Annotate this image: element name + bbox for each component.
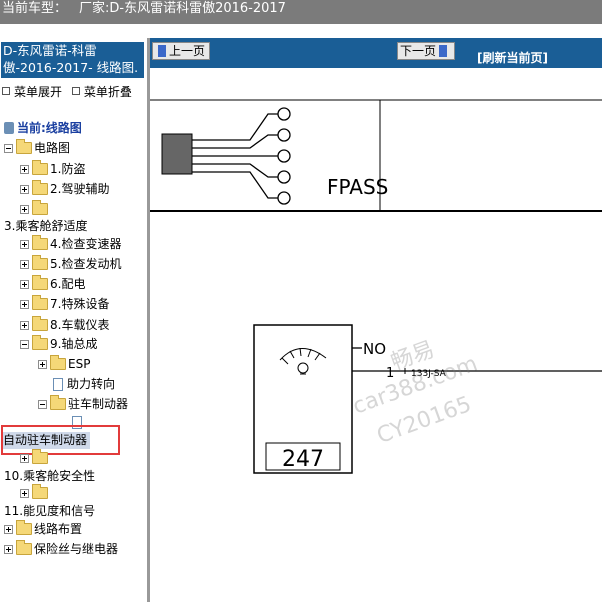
- tree-item-7[interactable]: 7.特殊设备: [20, 295, 109, 313]
- tree-item-3[interactable]: 3.乘客舱舒适度: [4, 217, 87, 235]
- tree-item-auto-parking-brake[interactable]: 自动驻车制动器: [3, 432, 91, 449]
- tree-item-label[interactable]: 1.防盗: [50, 162, 85, 176]
- expand-toggle-icon[interactable]: [20, 454, 29, 463]
- folder-icon: [32, 160, 48, 175]
- collapse-toggle-icon[interactable]: [38, 400, 47, 409]
- tree-item-circuit[interactable]: 电路图: [4, 139, 70, 157]
- expand-toggle-icon[interactable]: [20, 280, 29, 289]
- diagram-view: FPASS 247 NO 1 133J-SA 畅易 car388.com CY2…: [150, 68, 602, 602]
- connector-block: [161, 133, 193, 175]
- collapse-icon: [71, 87, 80, 95]
- expand-toggle-icon[interactable]: [38, 360, 47, 369]
- folder-icon: [16, 139, 32, 154]
- folder-icon: [32, 200, 48, 215]
- tree-item-6[interactable]: 6.配电: [20, 275, 85, 293]
- fpass-label: FPASS: [327, 175, 388, 199]
- expand-toggle-icon[interactable]: [4, 545, 13, 554]
- connector-pins: [192, 107, 291, 205]
- tree-item-label[interactable]: 3.乘客舱舒适度: [4, 219, 87, 233]
- tree-item-label[interactable]: 线路布置: [34, 522, 82, 536]
- tree-item-label[interactable]: 2.驾驶辅助: [50, 182, 109, 196]
- menu-collapse-link[interactable]: 菜单折叠: [84, 85, 132, 99]
- tree-item-label[interactable]: 7.特殊设备: [50, 297, 109, 311]
- tree-item-label[interactable]: 电路图: [34, 141, 70, 155]
- expand-toggle-icon[interactable]: [4, 525, 13, 534]
- expand-toggle-icon[interactable]: [20, 205, 29, 214]
- expand-toggle-icon[interactable]: [20, 165, 29, 174]
- collapse-toggle-icon[interactable]: [20, 340, 29, 349]
- sidebar-title: D-东风雷诺-科雷傲-2016-2017- 线路图.: [1, 42, 144, 78]
- folder-icon: [32, 335, 48, 350]
- expand-toggle-icon[interactable]: [20, 321, 29, 330]
- expand-toggle-icon[interactable]: [20, 260, 29, 269]
- folder-icon: [16, 520, 32, 535]
- tree-item-label[interactable]: 4.检查变速器: [50, 237, 121, 251]
- current-vehicle-label: 当前车型：: [2, 1, 68, 16]
- tree-item-label[interactable]: 助力转向: [67, 377, 115, 391]
- arrow-left-icon: [158, 45, 166, 57]
- folder-icon: [32, 255, 48, 270]
- tree-item-label[interactable]: 8.车载仪表: [50, 318, 109, 332]
- tree-item-label[interactable]: 10.乘客舱安全性: [4, 469, 95, 483]
- current-vehicle-value: 厂家:D-东风雷诺科雷傲2016-2017: [79, 1, 286, 16]
- tree-item-8[interactable]: 8.车载仪表: [20, 316, 109, 334]
- tree-item-esp[interactable]: ESP: [38, 355, 90, 373]
- folder-icon: [32, 235, 48, 250]
- tree-item-1[interactable]: 1.防盗: [20, 160, 85, 178]
- folder-icon: [32, 316, 48, 331]
- tree-item-label[interactable]: 5.检查发动机: [50, 257, 121, 271]
- next-page-label: 下一页: [400, 44, 437, 58]
- page-nav-bar: 上一页 下一页 [刷新当前页]: [150, 38, 602, 68]
- no-label: NO: [363, 340, 386, 358]
- collapse-toggle-icon[interactable]: [4, 144, 13, 153]
- arrow-right-icon: [439, 45, 448, 57]
- tree-item-empty-3[interactable]: [20, 484, 50, 502]
- folder-icon: [32, 180, 48, 195]
- expand-toggle-icon[interactable]: [20, 185, 29, 194]
- computer-icon: [4, 122, 14, 134]
- tree-current: 当前:线路图: [4, 119, 82, 137]
- next-page-button[interactable]: 下一页: [397, 42, 456, 60]
- wiring-diagram: FPASS 247 NO 1 133J-SA: [150, 99, 602, 474]
- current-vehicle-bar: 当前车型： 厂家:D-东风雷诺科雷傲2016-2017: [0, 0, 602, 24]
- tree-item-label[interactable]: 驻车制动器: [68, 397, 128, 411]
- prev-page-label: 上一页: [169, 44, 206, 58]
- tree-item-9[interactable]: 9.轴总成: [20, 335, 97, 353]
- folder-icon: [32, 449, 48, 464]
- prev-page-button[interactable]: 上一页: [152, 42, 211, 60]
- tree-item-10[interactable]: 10.乘客舱安全性: [4, 467, 95, 485]
- tree-item-label[interactable]: 6.配电: [50, 277, 85, 291]
- folder-icon: [32, 275, 48, 290]
- menu-controls: 菜单展开 菜单折叠: [2, 83, 132, 99]
- tree-item-empty-1[interactable]: [20, 200, 50, 218]
- tree-item-2[interactable]: 2.驾驶辅助: [20, 180, 109, 198]
- tree-item-wiring-layout[interactable]: 线路布置: [4, 520, 82, 538]
- tree-item-power-steering[interactable]: 助力转向: [50, 375, 115, 393]
- folder-icon: [16, 540, 32, 555]
- refresh-page-link[interactable]: [刷新当前页]: [477, 49, 548, 66]
- tree-item-11[interactable]: 11.能见度和信号: [4, 502, 95, 520]
- expand-toggle-icon[interactable]: [20, 489, 29, 498]
- folder-icon: [32, 484, 48, 499]
- tree-current-label: 当前:线路图: [17, 121, 82, 135]
- folder-icon: [32, 295, 48, 310]
- component-number: 247: [282, 447, 324, 472]
- document-icon: [53, 378, 63, 391]
- expand-toggle-icon[interactable]: [20, 240, 29, 249]
- tree-item-parking-brake[interactable]: 驻车制动器: [38, 395, 128, 413]
- folder-icon: [50, 355, 66, 370]
- menu-expand-link[interactable]: 菜单展开: [14, 85, 62, 99]
- tree-item-label[interactable]: 保险丝与继电器: [34, 542, 118, 556]
- folder-icon: [50, 395, 66, 410]
- tree-item-label[interactable]: 9.轴总成: [50, 337, 97, 351]
- tree-item-fuses-relays[interactable]: 保险丝与继电器: [4, 540, 118, 558]
- expand-toggle-icon[interactable]: [20, 300, 29, 309]
- tree-item-label[interactable]: 11.能见度和信号: [4, 504, 95, 518]
- expand-icon: [2, 87, 10, 95]
- tree-item-label[interactable]: ESP: [68, 357, 90, 371]
- tree-item-4[interactable]: 4.检查变速器: [20, 235, 121, 253]
- tree-item-5[interactable]: 5.检查发动机: [20, 255, 121, 273]
- tree-item-empty-2[interactable]: [20, 449, 50, 467]
